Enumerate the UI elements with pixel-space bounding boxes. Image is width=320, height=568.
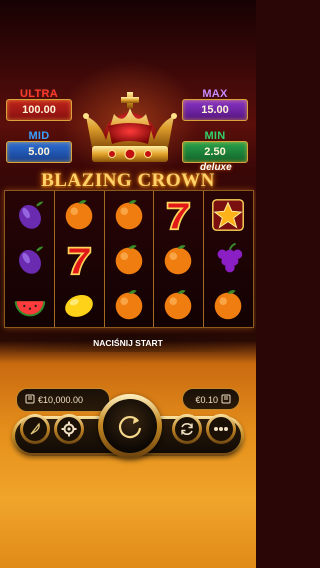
reel-3 — [104, 191, 155, 327]
jackpot-mid-value: 5.00 — [6, 141, 72, 163]
orange-symbol-icon — [154, 237, 203, 282]
balance-display: €10,000.00 — [16, 388, 110, 412]
grapes-symbol-icon — [203, 237, 252, 282]
jackpot-max-value: 15.00 — [182, 99, 248, 121]
star-symbol-icon — [203, 192, 252, 237]
more-menu-button[interactable] — [206, 414, 236, 444]
more-dots-icon — [214, 427, 228, 431]
game-logo-suffix: deluxe — [200, 162, 232, 173]
reel-1 — [5, 191, 55, 327]
spin-button[interactable] — [98, 394, 162, 458]
spin-arrow-icon — [118, 415, 142, 439]
autoplay-icon — [181, 423, 193, 435]
reel-2 — [55, 191, 105, 327]
coins-stack-icon — [25, 390, 35, 412]
orange-symbol-icon — [154, 282, 203, 327]
orange-symbol-icon — [104, 282, 153, 327]
bet-display[interactable]: €0.10 — [182, 388, 240, 410]
jackpot-mid: MID 5.00 — [6, 130, 72, 168]
plum-symbol-icon — [5, 237, 54, 282]
reel-grid — [4, 190, 254, 328]
game-logo: BLAZING CROWN — [41, 170, 215, 191]
watermelon-symbol-icon — [5, 282, 54, 327]
jackpot-min-value: 2.50 — [182, 141, 248, 163]
balance-value: €10,000.00 — [38, 395, 84, 405]
jackpot-ultra: ULTRA 100.00 — [6, 88, 72, 126]
feather-button[interactable] — [20, 414, 50, 444]
bet-value: €0.10 — [195, 395, 218, 405]
lemon-symbol-icon — [55, 282, 104, 327]
orange-symbol-icon — [104, 237, 153, 282]
settings-gear-icon — [61, 421, 77, 437]
seven-symbol-icon — [154, 192, 203, 237]
seven-symbol-icon — [55, 237, 104, 282]
orange-symbol-icon — [55, 192, 104, 237]
orange-symbol-icon — [104, 192, 153, 237]
reel-5 — [203, 191, 252, 327]
settings-button[interactable] — [54, 414, 84, 444]
crown-icon — [83, 92, 177, 162]
jackpot-ultra-value: 100.00 — [6, 99, 72, 121]
orange-symbol-icon — [203, 282, 252, 327]
jackpot-max: MAX 15.00 — [182, 88, 248, 126]
plum-symbol-icon — [5, 192, 54, 237]
reel-4 — [154, 191, 204, 327]
feather-icon — [30, 422, 40, 435]
coins-stack-icon — [221, 390, 231, 412]
status-message: NACIŚNIJ START — [0, 334, 256, 352]
autoplay-button[interactable] — [172, 414, 202, 444]
game-screen: ULTRA 100.00 MAX 15.00 MID 5.00 MIN 2.50 — [0, 0, 256, 568]
